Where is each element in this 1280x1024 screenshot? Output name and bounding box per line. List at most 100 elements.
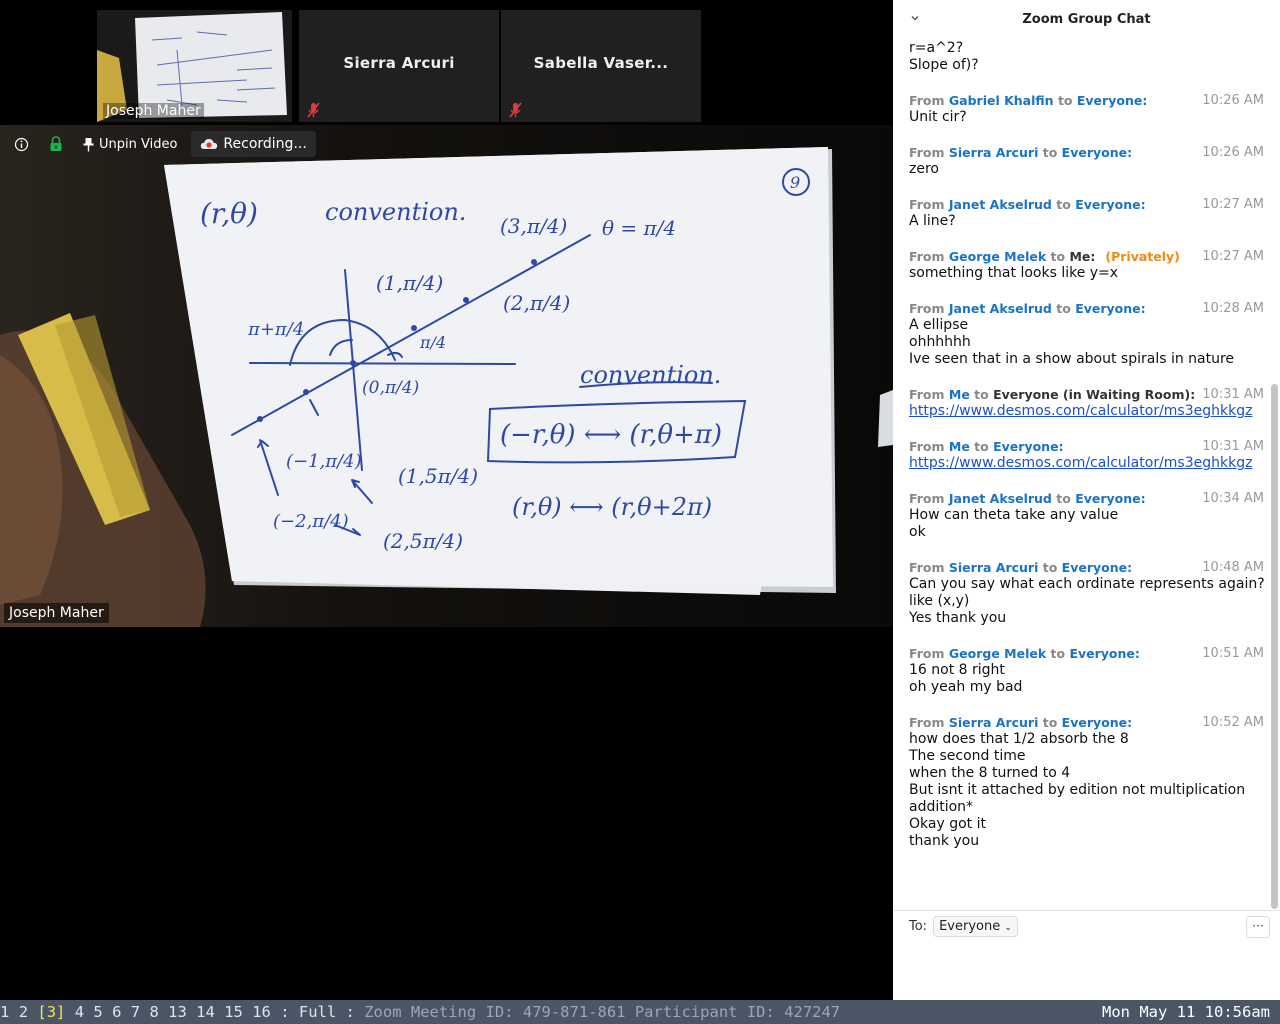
message-text: like (x,y) <box>909 593 970 609</box>
chat-header: Zoom Group Chat <box>893 0 1280 38</box>
chat-message-input[interactable] <box>899 941 1269 961</box>
recording-indicator[interactable]: Recording... <box>191 131 316 157</box>
info-icon <box>14 137 29 151</box>
chevron-down-icon[interactable] <box>909 12 921 24</box>
workspace-6[interactable]: 6 <box>112 1000 121 1024</box>
thumbnail-sierra-arcuri[interactable]: Sierra Arcuri <box>299 10 499 122</box>
message-recipient: Everyone: <box>1076 93 1148 108</box>
chat-message: From Janet Akselrud to Everyone: 10:28 A… <box>909 300 1268 368</box>
wb-label-5pi-2: (2,5π/4) <box>383 529 463 553</box>
encryption-button[interactable] <box>43 131 69 157</box>
message-text: when the 8 turned to 4 <box>909 765 1071 781</box>
workspace-15[interactable]: 15 <box>224 1000 243 1024</box>
workspace-5[interactable]: 5 <box>93 1000 102 1024</box>
chat-compose-area: To: Everyone ⌄ ··· <box>893 910 1280 1000</box>
message-link[interactable]: https://www.desmos.com/calculator/ms3egh… <box>909 403 1268 420</box>
message-time: 10:52 AM <box>1202 715 1264 730</box>
wb-title-mid: convention. <box>325 198 466 226</box>
to-label: to <box>1050 249 1066 264</box>
chat-message: From Janet Akselrud to Everyone: 10:27 A… <box>909 196 1268 230</box>
message-sender[interactable]: Sierra Arcuri <box>949 560 1038 575</box>
workspace-14[interactable]: 14 <box>196 1000 215 1024</box>
thumbnail-name: Sierra Arcuri <box>343 54 455 72</box>
message-time: 10:31 AM <box>1202 439 1264 454</box>
message-recipient: Everyone: <box>1061 715 1133 730</box>
message-time: 10:51 AM <box>1202 646 1264 661</box>
message-header: From Sierra Arcuri to Everyone: 10:48 AM <box>909 559 1268 576</box>
window-title: Zoom Meeting ID: 479-871-861 Participant… <box>364 1003 841 1021</box>
workspace-3[interactable]: [3] <box>37 1000 65 1024</box>
from-label: From <box>909 646 945 661</box>
message-sender[interactable]: Me <box>949 387 970 402</box>
chat-scrollbar[interactable] <box>1271 384 1278 909</box>
message-time: 10:26 AM <box>1202 145 1264 160</box>
message-text: Unit cir? <box>909 109 967 125</box>
workspace-4[interactable]: 4 <box>75 1000 84 1024</box>
meeting-info-button[interactable] <box>8 131 35 157</box>
chat-message-list[interactable]: r=a^2? Slope of)? From Gabriel Khalfin t… <box>893 38 1268 910</box>
message-sender[interactable]: Janet Akselrud <box>949 301 1052 316</box>
chat-message: From Sierra Arcuri to Everyone: 10:52 AM… <box>909 714 1268 850</box>
to-label: to <box>1042 560 1058 575</box>
zoom-screen: Joseph Maher Sierra Arcuri Sabella Vaser… <box>0 0 1280 1024</box>
lock-shield-icon <box>50 136 62 151</box>
message-sender[interactable]: Me <box>949 439 970 454</box>
message-text: 16 not 8 right <box>909 662 1005 678</box>
message-text: addition* <box>909 799 974 815</box>
message-header: From Gabriel Khalfin to Everyone: 10:26 … <box>909 92 1268 109</box>
wb-title-left: (r,θ) <box>200 197 258 230</box>
unpin-video-label: Unpin Video <box>99 136 178 152</box>
unpin-video-button[interactable]: Unpin Video <box>77 131 183 157</box>
chat-message: From Janet Akselrud to Everyone: 10:34 A… <box>909 490 1268 541</box>
whiteboard-video-feed: 9 (r,θ) convention. (3,π/4) θ = π/4 (1,π… <box>0 125 893 627</box>
to-label: To: <box>909 919 928 934</box>
from-label: From <box>909 301 945 316</box>
message-recipient: Everyone (in Waiting Room): <box>993 387 1196 402</box>
muted-mic-icon <box>307 102 320 118</box>
recipient-dropdown[interactable]: Everyone ⌄ <box>933 916 1018 937</box>
message-text: A line? <box>909 213 956 229</box>
message-sender[interactable]: George Melek <box>949 646 1046 661</box>
message-sender[interactable]: Gabriel Khalfin <box>949 93 1054 108</box>
workspace-2[interactable]: 2 <box>19 1000 28 1024</box>
chat-message: r=a^2? Slope of)? <box>909 40 1268 74</box>
from-label: From <box>909 715 945 730</box>
wb-page-number: 9 <box>790 173 800 192</box>
muted-mic-icon <box>509 102 522 118</box>
message-recipient: Everyone: <box>1069 646 1140 661</box>
message-link[interactable]: https://www.desmos.com/calculator/ms3egh… <box>909 455 1268 472</box>
message-header: From Sierra Arcuri to Everyone: 10:26 AM <box>909 144 1268 161</box>
workspace-1[interactable]: 1 <box>0 1000 9 1024</box>
chat-message: From Sierra Arcuri to Everyone: 10:26 AM… <box>909 144 1268 178</box>
chat-panel: Zoom Group Chat r=a^2? Slope of)? From G… <box>893 0 1280 1000</box>
message-sender[interactable]: Janet Akselrud <box>949 491 1052 506</box>
message-sender[interactable]: Sierra Arcuri <box>949 145 1038 160</box>
message-sender[interactable]: George Melek <box>949 249 1046 264</box>
from-label: From <box>909 145 945 160</box>
chevron-down-icon: ⌄ <box>1004 923 1012 933</box>
from-label: From <box>909 249 945 264</box>
workspace-16[interactable]: 16 <box>252 1000 271 1024</box>
message-text: A ellipse <box>909 317 969 333</box>
thumbnail-joseph-maher[interactable]: Joseph Maher <box>97 10 292 122</box>
workspace-8[interactable]: 8 <box>149 1000 158 1024</box>
thumbnail-sabella-vaser[interactable]: Sabella Vaser... <box>501 10 701 122</box>
from-label: From <box>909 387 945 402</box>
workspace-13[interactable]: 13 <box>168 1000 187 1024</box>
more-options-button[interactable]: ··· <box>1246 916 1270 938</box>
chat-message: From George Melek to Me: (Privately) 10:… <box>909 248 1268 282</box>
message-text: something that looks like y=x <box>909 265 1119 281</box>
message-sender[interactable]: Janet Akselrud <box>949 197 1052 212</box>
message-recipient: Everyone: <box>1075 301 1146 316</box>
wb-equation-2: (r,θ) ⟷ (r,θ+2π) <box>512 493 712 521</box>
workspace-7[interactable]: 7 <box>131 1000 140 1024</box>
thumbnail-name: Sabella Vaser... <box>533 54 669 72</box>
to-label: to <box>1050 646 1066 661</box>
message-text: r=a^2? <box>909 40 964 56</box>
recipient-row: To: Everyone ⌄ <box>909 916 1018 937</box>
message-recipient: Everyone: <box>1061 560 1133 575</box>
message-sender[interactable]: Sierra Arcuri <box>949 715 1038 730</box>
message-recipient: Me: <box>1069 249 1096 264</box>
statusbar-left: 1 2 [3] 4 5 6 7 8 13 14 15 16 : Full : Z… <box>0 1003 840 1021</box>
main-video: 9 (r,θ) convention. (3,π/4) θ = π/4 (1,π… <box>0 125 893 627</box>
